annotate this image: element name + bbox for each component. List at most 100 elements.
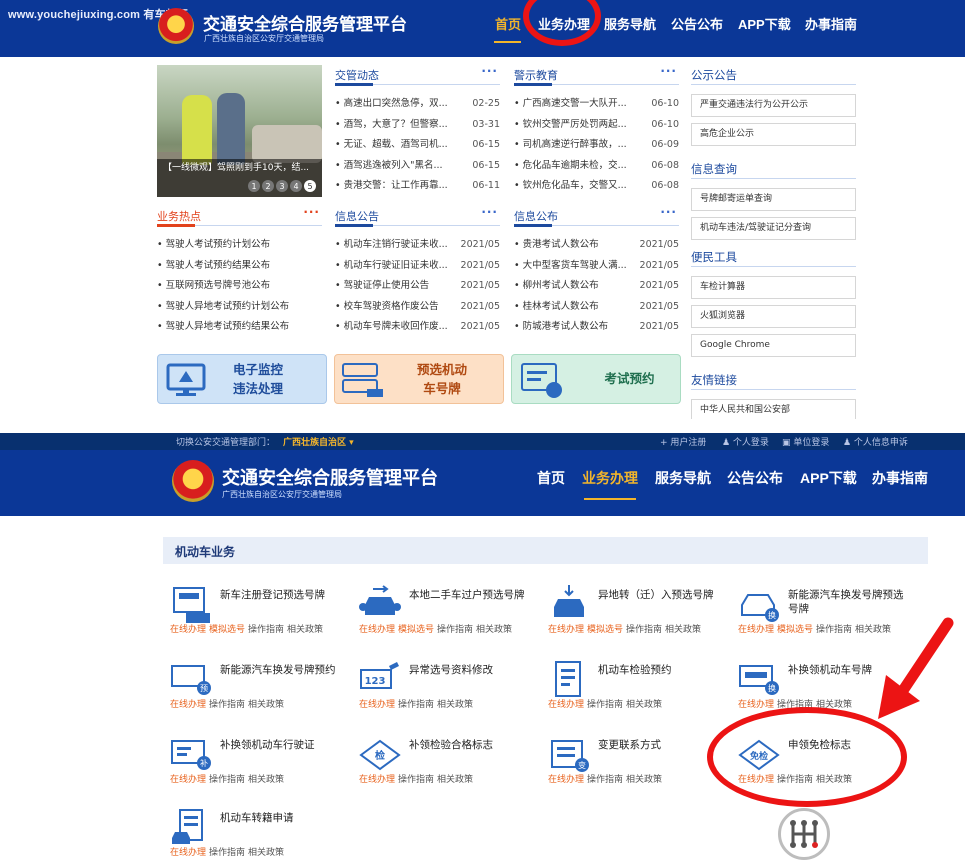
traffic-news-more-link[interactable]: ··· [481,64,498,78]
list-item[interactable]: • 广西高速交警一大队开... 06-10 [514,94,679,115]
nav-app-download[interactable]: APP下载 [800,468,857,488]
link-policy[interactable]: 相关政策 [476,625,512,635]
sidebar-item-firefox[interactable]: 火狐浏览器 [691,305,856,328]
carousel-page-3[interactable]: 3 [276,180,288,192]
link-online[interactable]: 在线办理 [548,775,584,785]
list-item[interactable]: • 钦州交警严厉处罚两起... 06-10 [514,115,679,136]
link-simulate[interactable]: 模拟选号 [209,625,245,635]
traffic-news-title[interactable]: 交管动态 [335,67,379,83]
list-item[interactable]: • 钦州危化品车，交警又... 06-08 [514,176,679,197]
info-notice-more-link[interactable]: ··· [481,205,498,219]
nav-home[interactable]: 首页 [537,468,565,488]
nav-announcements[interactable]: 公告公布 [727,468,783,488]
list-item[interactable]: • 贵港考试人数公布 2021/05 [514,235,679,256]
link-policy[interactable]: 相关政策 [626,700,662,710]
list-item[interactable]: • 酒驾逃逸被列入"黑名... 06-15 [335,156,500,177]
sidebar-item-calculator[interactable]: 车检计算器 [691,276,856,299]
list-item[interactable]: • 无证、超载、酒驾司机... 06-15 [335,135,500,156]
link-guide[interactable]: 操作指南 [398,775,434,785]
nav-announcements[interactable]: 公告公布 [671,14,723,33]
list-item[interactable]: • 防城港考试人数公布 2021/05 [514,317,679,338]
link-policy[interactable]: 相关政策 [437,775,473,785]
link-online[interactable]: 在线办理 [548,700,584,710]
list-item[interactable]: • 柳州考试人数公布 2021/05 [514,276,679,297]
register-link[interactable]: + 用户注册 [660,435,706,448]
link-policy[interactable]: 相关政策 [248,775,284,785]
news-photo-carousel[interactable]: 【一线微观】驾照刚到手10天，结... 1 2 3 4 5 [157,65,322,197]
link-online[interactable]: 在线办理 [548,625,584,635]
carousel-page-4[interactable]: 4 [290,180,302,192]
link-guide[interactable]: 操作指南 [587,775,623,785]
warning-edu-more-link[interactable]: ··· [660,64,677,78]
nav-app-download[interactable]: APP下载 [738,14,791,33]
nav-service-guide[interactable]: 服务导航 [604,14,656,33]
link-online[interactable]: 在线办理 [170,848,206,858]
link-online[interactable]: 在线办理 [359,625,395,635]
list-item[interactable]: • 危化品车逾期未检，交... 06-08 [514,156,679,177]
list-item[interactable]: • 驾驶人考试预约结果公布 [157,256,322,277]
service-replace-license[interactable]: 补 补换领机动车行驶证 在线办理 操作指南 相关政策 [165,725,350,795]
service-inspection-booking[interactable]: 机动车检验预约 在线办理 操作指南 相关政策 [543,650,728,720]
link-policy[interactable]: 相关政策 [248,848,284,858]
link-simulate[interactable]: 模拟选号 [777,625,813,635]
sidebar-item-mps[interactable]: 中华人民共和国公安部 [691,399,856,419]
link-online[interactable]: 在线办理 [738,625,774,635]
service-new-car-plate[interactable]: 新车注册登记预选号牌 在线办理 模拟选号 操作指南 相关政策 [165,575,350,645]
list-item[interactable]: • 驾驶人异地考试预约计划公布 [157,297,322,318]
list-item[interactable]: • 高速出口突然急停，双... 02-25 [335,94,500,115]
link-policy[interactable]: 相关政策 [287,625,323,635]
nav-home[interactable]: 首页 [495,14,521,33]
list-item[interactable]: • 驾驶人异地考试预约结果公布 [157,317,322,338]
service-local-transfer[interactable]: 本地二手车过户预选号牌 在线办理 模拟选号 操作指南 相关政策 [354,575,539,645]
hot-business-title[interactable]: 业务热点 [157,208,201,224]
card-electronic-monitoring[interactable]: 电子监控 违法处理 [157,354,327,404]
link-policy[interactable]: 相关政策 [626,775,662,785]
sidebar-item-violation-query[interactable]: 机动车违法/驾驶证记分查询 [691,217,856,240]
link-online[interactable]: 在线办理 [170,625,206,635]
link-simulate[interactable]: 模拟选号 [398,625,434,635]
link-online[interactable]: 在线办理 [359,700,395,710]
list-item[interactable]: • 驾驶证停止使用公告 2021/05 [335,276,500,297]
nav-service-guide[interactable]: 服务导航 [655,468,711,488]
service-relocate-in[interactable]: 异地转（迁）入预选号牌 在线办理 模拟选号 操作指南 相关政策 [543,575,728,645]
list-item[interactable]: • 大中型客货车驾驶人满... 2021/05 [514,256,679,277]
warning-edu-title[interactable]: 警示教育 [514,67,558,83]
link-guide[interactable]: 操作指南 [587,700,623,710]
list-item[interactable]: • 校车驾驶资格作废公告 2021/05 [335,297,500,318]
service-ev-plate-booking[interactable]: 预 新能源汽车换发号牌预约 在线办理 操作指南 相关政策 [165,650,350,720]
hot-business-more-link[interactable]: ··· [303,205,320,219]
sidebar-item-high-risk[interactable]: 高危企业公示 [691,123,856,146]
link-guide[interactable]: 操作指南 [398,700,434,710]
list-item[interactable]: • 司机高速逆行醉事故，... 06-09 [514,135,679,156]
link-online[interactable]: 在线办理 [738,700,774,710]
nav-guide[interactable]: 办事指南 [805,14,857,33]
link-policy[interactable]: 相关政策 [437,700,473,710]
info-notice-title[interactable]: 信息公告 [335,208,379,224]
link-online[interactable]: 在线办理 [170,775,206,785]
carousel-page-1[interactable]: 1 [248,180,260,192]
link-guide[interactable]: 操作指南 [437,625,473,635]
link-guide[interactable]: 操作指南 [248,625,284,635]
service-replace-inspection-mark[interactable]: 检 补领检验合格标志 在线办理 操作指南 相关政策 [354,725,539,795]
service-abnormal-plate-edit[interactable]: 123 异常选号资料修改 在线办理 操作指南 相关政策 [354,650,539,720]
list-item[interactable]: • 互联网预选号牌号池公布 [157,276,322,297]
unit-login-link[interactable]: ▣ 单位登录 [782,435,829,448]
service-vehicle-transfer-out[interactable]: 机动车转籍申请 在线办理 操作指南 相关政策 [165,798,350,868]
link-policy[interactable]: 相关政策 [248,700,284,710]
list-item[interactable]: • 机动车号牌未收回作废... 2021/05 [335,317,500,338]
service-change-contact[interactable]: 变 变更联系方式 在线办理 操作指南 相关政策 [543,725,728,795]
link-online[interactable]: 在线办理 [359,775,395,785]
personal-login-link[interactable]: ♟ 个人登录 [722,435,769,448]
list-item[interactable]: • 酒驾，大意了？但警察... 03-31 [335,115,500,136]
carousel-page-5[interactable]: 5 [304,180,316,192]
link-guide[interactable]: 操作指南 [209,700,245,710]
info-appeal-link[interactable]: ♟ 个人信息申诉 [843,435,908,448]
link-guide[interactable]: 操作指南 [816,625,852,635]
list-item[interactable]: • 机动车注销行驶证未收... 2021/05 [335,235,500,256]
list-item[interactable]: • 贵港交警：让工作再靠... 06-11 [335,176,500,197]
list-item[interactable]: • 机动车行驶证旧证未收... 2021/05 [335,256,500,277]
link-guide[interactable]: 操作指南 [209,848,245,858]
info-publish-title[interactable]: 信息公布 [514,208,558,224]
sidebar-item-chrome[interactable]: Google Chrome [691,334,856,357]
list-item[interactable]: • 桂林考试人数公布 2021/05 [514,297,679,318]
